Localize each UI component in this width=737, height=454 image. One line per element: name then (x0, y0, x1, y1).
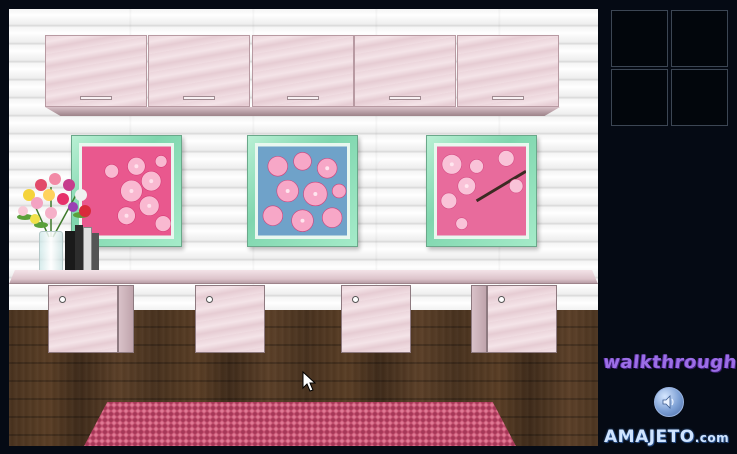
sound-toggle-button[interactable] (654, 387, 684, 417)
cabinet-handle (80, 96, 112, 100)
upper-cabinet-4[interactable] (354, 35, 456, 107)
upper-cabinet-base (45, 107, 560, 116)
drawer-knob (352, 296, 359, 303)
picture-frame-right[interactable] (426, 135, 537, 247)
desk-drawer-4[interactable] (487, 285, 557, 353)
drawer-side (471, 285, 487, 353)
upper-cabinet-2[interactable] (148, 35, 250, 107)
desk-drawer-2[interactable] (195, 285, 265, 353)
pink-rug[interactable] (81, 402, 519, 446)
logo-text: AMAJETO (604, 427, 695, 447)
speaker-icon (662, 395, 674, 409)
desk-drawer-1[interactable] (48, 285, 118, 353)
inventory-slot-2[interactable] (671, 10, 728, 67)
frame-mat (255, 143, 350, 239)
drawer-knob (498, 296, 505, 303)
drawer-knob (59, 296, 66, 303)
cabinet-handle (287, 96, 319, 100)
cabinet-handle (492, 96, 524, 100)
inventory-slot-4[interactable] (671, 69, 728, 126)
desk-top (9, 270, 598, 284)
inventory-slot-3[interactable] (611, 69, 668, 126)
cherry-blossom-picture (437, 146, 526, 236)
drawer-side (118, 285, 134, 353)
inventory-slot-1[interactable] (611, 10, 668, 67)
cherry-blossom-picture (258, 146, 347, 236)
upper-cabinet-5[interactable] (457, 35, 559, 107)
cabinet-handle (389, 96, 421, 100)
desk-drawer-3[interactable] (341, 285, 411, 353)
upper-cabinet-3[interactable] (252, 35, 354, 107)
frame-mat (434, 143, 529, 239)
amajeto-logo[interactable]: AMAJETO.com (604, 427, 734, 449)
upper-cabinet-1[interactable] (45, 35, 147, 107)
walkthrough-link[interactable]: walkthrough (601, 352, 737, 382)
cabinet-handle (183, 96, 215, 100)
drawer-knob (206, 296, 213, 303)
picture-frame-middle[interactable] (247, 135, 358, 247)
mouse-cursor-icon (302, 371, 316, 392)
book-stack[interactable] (65, 225, 99, 277)
game-stage: walkthrough AMAJETO.com (0, 0, 737, 454)
logo-suffix: .com (694, 431, 730, 445)
